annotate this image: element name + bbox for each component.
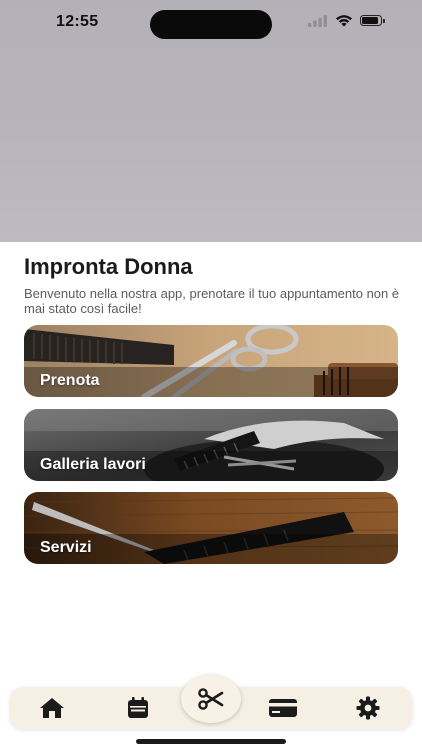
status-icons xyxy=(308,14,386,27)
wifi-icon xyxy=(336,15,352,27)
home-icon xyxy=(40,698,64,718)
galleria-lavori-card[interactable]: Galleria lavori xyxy=(24,409,398,481)
tab-settings[interactable] xyxy=(343,687,393,729)
prenota-label: Prenota xyxy=(40,372,100,389)
prenota-card[interactable]: Prenota xyxy=(24,325,398,397)
home-indicator xyxy=(136,739,286,744)
galleria-lavori-label: Galleria lavori xyxy=(40,456,146,473)
battery-icon xyxy=(360,14,386,27)
tab-payments[interactable] xyxy=(258,687,308,729)
status-time: 12:55 xyxy=(56,13,99,30)
gear-icon xyxy=(356,696,380,720)
page-title: Impronta Donna xyxy=(24,254,193,279)
scissors-icon xyxy=(198,688,224,710)
credit-card-icon xyxy=(269,699,297,717)
dynamic-island xyxy=(150,10,272,39)
welcome-section: Impronta Donna Benvenuto nella nostra ap… xyxy=(24,252,400,316)
servizi-card[interactable]: Servizi xyxy=(24,492,398,564)
status-bar: 12:55 xyxy=(0,0,422,48)
tab-scissors-button[interactable] xyxy=(181,675,241,723)
tab-home[interactable] xyxy=(27,687,77,729)
welcome-text: Benvenuto nella nostra app, prenotare il… xyxy=(24,286,400,316)
calendar-icon xyxy=(128,697,148,718)
signal-icon xyxy=(308,14,327,27)
servizi-label: Servizi xyxy=(40,539,92,556)
tab-calendar[interactable] xyxy=(113,687,163,729)
